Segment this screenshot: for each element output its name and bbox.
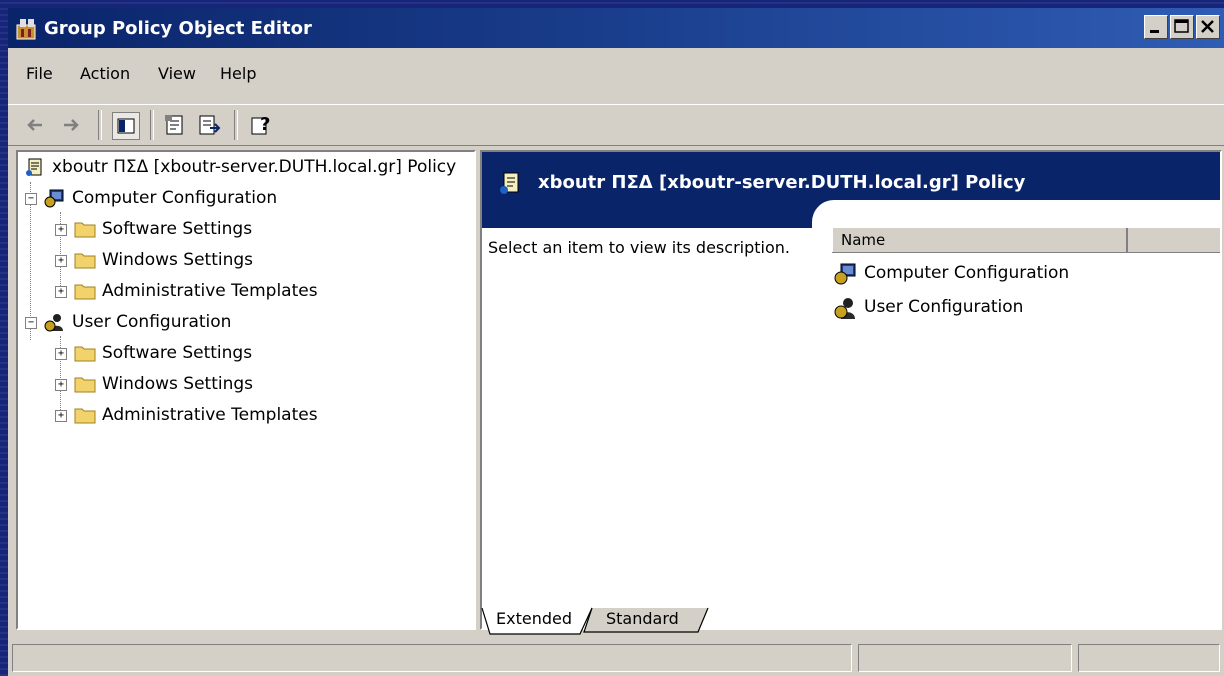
expand-toggle[interactable]: +: [55, 410, 67, 422]
tree-label: User Configuration: [72, 312, 232, 332]
policy-scroll-icon: [26, 158, 42, 176]
expand-toggle[interactable]: +: [55, 224, 67, 236]
expand-toggle[interactable]: +: [55, 348, 67, 360]
export-list-icon[interactable]: [196, 112, 222, 138]
minimize-icon: [1150, 30, 1159, 33]
folder-icon: [74, 284, 96, 300]
tree-label: Software Settings: [102, 343, 253, 363]
tab-extended[interactable]: Extended: [496, 606, 572, 634]
computer-configuration-icon: [834, 263, 856, 285]
window-title: Group Policy Object Editor: [44, 18, 312, 39]
user-configuration-icon: [44, 314, 63, 332]
status-cell-2: [858, 644, 1072, 672]
folder-icon: [74, 222, 96, 238]
close-icon: [1201, 20, 1214, 33]
toolbar: ?: [8, 104, 1224, 146]
tree-label: Windows Settings: [102, 250, 254, 270]
menu-action[interactable]: Action: [80, 64, 130, 83]
tab-standard[interactable]: Standard: [606, 606, 679, 634]
back-arrow-icon[interactable]: [22, 112, 48, 138]
tree-root-label: xboutr ΠΣΔ [xboutr-server.DUTH.local.gr]…: [52, 157, 457, 177]
show-hide-tree-icon[interactable]: [112, 112, 140, 140]
menu-view[interactable]: View: [158, 64, 196, 83]
tree-label: Computer Configuration: [72, 188, 278, 208]
forward-arrow-icon[interactable]: [58, 112, 84, 138]
collapse-toggle[interactable]: −: [25, 317, 37, 329]
list-item-label: Computer Configuration: [864, 263, 1070, 283]
menu-file[interactable]: File: [26, 64, 53, 83]
toolbar-separator: [150, 110, 154, 140]
toolbar-separator: [98, 110, 102, 140]
folder-icon: [74, 346, 96, 362]
status-cell-main: [12, 644, 852, 672]
toolbar-separator: [234, 110, 238, 140]
minimize-button[interactable]: [1144, 15, 1168, 39]
help-icon[interactable]: ?: [248, 112, 274, 138]
list-item-label: User Configuration: [864, 297, 1024, 317]
tree-label: Windows Settings: [102, 374, 254, 394]
folder-icon: [74, 377, 96, 393]
details-header-title: xboutr ΠΣΔ [xboutr-server.DUTH.local.gr]…: [538, 172, 1026, 193]
group-policy-app-icon: [16, 19, 36, 40]
close-button[interactable]: [1196, 15, 1220, 39]
svg-text:?: ?: [260, 114, 270, 135]
status-bar: [8, 642, 1224, 676]
tree-label: Administrative Templates: [102, 405, 318, 425]
policy-scroll-icon: [500, 172, 519, 194]
tree-label: Software Settings: [102, 219, 253, 239]
app-window: Group Policy Object Editor File Action V…: [8, 8, 1224, 676]
details-pane: xboutr ΠΣΔ [xboutr-server.DUTH.local.gr]…: [480, 150, 1222, 630]
expand-toggle[interactable]: +: [55, 286, 67, 298]
console-tree: xboutr ΠΣΔ [xboutr-server.DUTH.local.gr]…: [16, 150, 476, 630]
expand-toggle[interactable]: +: [55, 255, 67, 267]
folder-icon: [74, 408, 96, 424]
description-text: Select an item to view its description.: [488, 238, 790, 257]
collapse-toggle[interactable]: −: [25, 193, 37, 205]
folder-icon: [74, 253, 96, 269]
computer-configuration-icon: [44, 189, 64, 208]
maximize-icon: [1174, 19, 1189, 33]
title-bar[interactable]: Group Policy Object Editor: [8, 8, 1224, 48]
status-cell-3: [1078, 644, 1220, 672]
maximize-button[interactable]: [1170, 15, 1194, 39]
column-header-name[interactable]: Name: [832, 228, 1128, 252]
user-configuration-icon: [834, 298, 855, 319]
menu-help[interactable]: Help: [220, 64, 256, 83]
list-header: Name: [832, 228, 1220, 253]
properties-icon[interactable]: [162, 112, 188, 138]
expand-toggle[interactable]: +: [55, 379, 67, 391]
view-tabs: Extended Standard: [480, 606, 1222, 636]
tree-label: Administrative Templates: [102, 281, 318, 301]
